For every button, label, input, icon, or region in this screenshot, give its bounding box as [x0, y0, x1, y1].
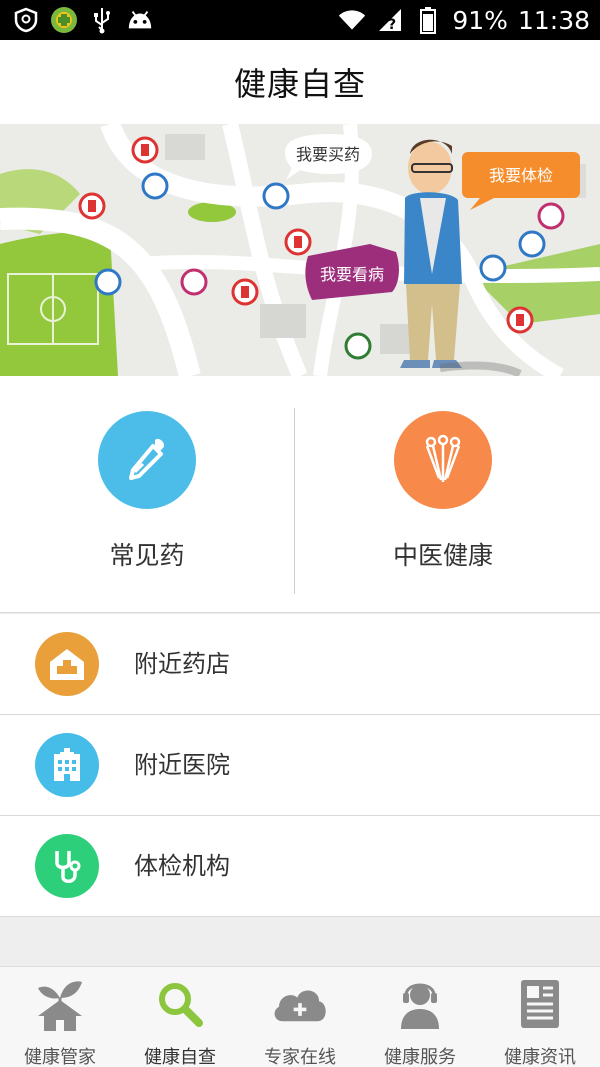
- stethoscope-icon: [35, 834, 99, 898]
- tab-label: 健康管家: [24, 1047, 96, 1067]
- list-item-nearby-hospital[interactable]: 附近医院: [0, 715, 600, 816]
- hospital-icon: [35, 733, 99, 797]
- list-item-label: 体检机构: [134, 852, 230, 880]
- tab-label: 专家在线: [264, 1047, 336, 1067]
- shield-icon: [12, 6, 40, 34]
- quick-item-label: 中医健康: [392, 541, 493, 570]
- support-agent-icon: [390, 975, 450, 1033]
- list-item-label: 附近药店: [134, 650, 230, 678]
- page-title: 健康自查: [233, 65, 366, 103]
- tab-health-news[interactable]: 健康资讯: [480, 967, 600, 1067]
- svg-text:?: ?: [388, 17, 396, 33]
- house-plant-icon: [30, 975, 90, 1033]
- wifi-icon: [338, 6, 366, 34]
- signal-icon: ?: [376, 6, 404, 34]
- quick-item-common-medicine[interactable]: 常见药: [0, 376, 294, 613]
- tab-label: 健康资讯: [504, 1047, 576, 1067]
- pharmacy-icon: [35, 632, 99, 696]
- tab-health-manager[interactable]: 健康管家: [0, 967, 120, 1067]
- battery-icon: [414, 6, 442, 34]
- service-list: 附近药店 附近医院 体检机构: [0, 614, 600, 917]
- tab-health-service[interactable]: 健康服务: [360, 967, 480, 1067]
- acupuncture-needles-icon: [394, 411, 492, 509]
- dropper-icon: [98, 411, 196, 509]
- quick-actions: 常见药 中医健康: [0, 376, 600, 613]
- banner-bubble-checkup: 我要体检: [489, 166, 553, 185]
- cloud-plus-icon: [270, 975, 330, 1033]
- list-item-checkup-center[interactable]: 体检机构: [0, 816, 600, 917]
- usb-icon: [88, 6, 116, 34]
- banner-bubble-buy: 我要买药: [296, 145, 360, 164]
- tab-label: 健康服务: [384, 1047, 456, 1067]
- quick-item-tcm-health[interactable]: 中医健康: [296, 376, 590, 613]
- tab-expert-online[interactable]: 专家在线: [240, 967, 360, 1067]
- quick-item-label: 常见药: [109, 541, 185, 570]
- banner-bubble-doctor: 我要看病: [320, 265, 384, 284]
- clock: 11:38: [517, 5, 590, 35]
- bottom-tab-bar: 健康管家 健康自查 专家在线 健康服务 健康资讯: [0, 966, 600, 1067]
- tab-label: 健康自查: [144, 1047, 216, 1067]
- app-badge-icon: [50, 6, 78, 34]
- tab-health-self-check[interactable]: 健康自查: [120, 967, 240, 1067]
- list-item-nearby-pharmacy[interactable]: 附近药店: [0, 614, 600, 715]
- newspaper-icon: [510, 975, 570, 1033]
- banner-image[interactable]: 我要买药 我要体检 我要看病: [0, 124, 600, 376]
- status-bar: ? 91% 11:38: [0, 0, 600, 40]
- magnifier-icon: [150, 975, 210, 1033]
- divider: [294, 408, 295, 594]
- list-item-label: 附近医院: [134, 751, 230, 779]
- header: 健康自查: [0, 40, 600, 124]
- battery-percent: 91%: [452, 5, 508, 35]
- android-icon: [126, 6, 154, 34]
